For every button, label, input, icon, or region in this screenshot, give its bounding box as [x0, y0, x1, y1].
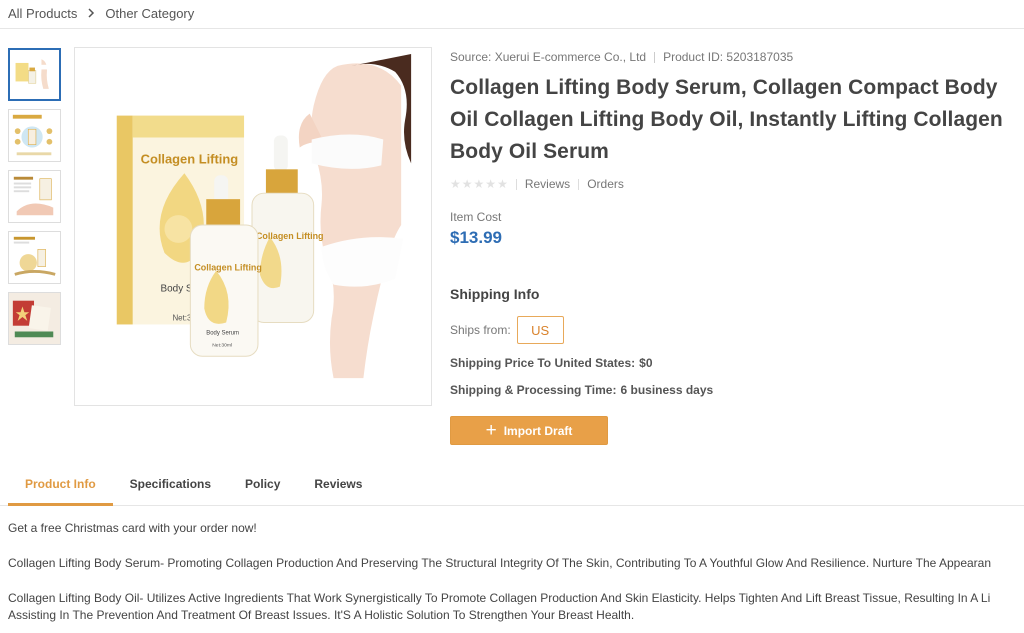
product-info-panel: Source: Xuerui E-commerce Co., Ltd Produ… — [450, 48, 1024, 445]
import-draft-label: Import Draft — [503, 423, 573, 438]
divider — [515, 178, 517, 190]
thumbnail-4[interactable] — [8, 231, 61, 284]
shipping-time-row: Shipping & Processing Time: 6 business da… — [450, 383, 1024, 399]
star-icon: ★ — [461, 177, 473, 191]
shipping-price-label: Shipping Price To United States: — [450, 356, 636, 370]
breadcrumb-all-products[interactable]: All Products — [8, 6, 77, 21]
star-rating: ★ ★ ★ ★ ★ — [450, 177, 508, 191]
orders-link[interactable]: Orders — [587, 177, 624, 191]
product-source: Source: Xuerui E-commerce Co., Ltd — [450, 50, 647, 64]
box-net-text: Net:3 — [172, 313, 192, 322]
box-brand-text: Collagen Lifting — [141, 151, 239, 166]
product-main-image[interactable]: Collagen Lifting Body S Net:3 Collagen L… — [74, 47, 432, 406]
front-bottle-text: Collagen Lifting — [194, 263, 262, 273]
ships-from-row: Ships from: US — [450, 316, 1024, 344]
shipping-time-value: 6 business days — [620, 383, 714, 397]
rating-row: ★ ★ ★ ★ ★ Reviews Orders — [450, 176, 1024, 192]
product-meta: Source: Xuerui E-commerce Co., Ltd Produ… — [450, 48, 1024, 66]
breadcrumb: All Products Other Category — [8, 4, 194, 22]
description-paragraph-2: Collagen Lifting Body Serum- Promoting C… — [8, 556, 992, 570]
box-sub-text: Body S — [161, 284, 193, 295]
ships-from-label: Ships from: — [450, 323, 511, 337]
front-bottle-net: Net:30ml — [212, 342, 232, 348]
reviews-link[interactable]: Reviews — [525, 177, 570, 191]
thumbnail-1[interactable] — [8, 48, 61, 101]
item-cost-label: Item Cost — [450, 210, 502, 224]
chevron-right-icon — [87, 8, 95, 18]
product-id: Product ID: 5203187035 — [663, 50, 794, 64]
shipping-price-row: Shipping Price To United States: $0 — [450, 356, 1024, 372]
plus-icon: + — [485, 419, 497, 441]
back-bottle-text: Collagen Lifting — [256, 231, 324, 241]
tab-specifications[interactable]: Specifications — [113, 466, 228, 506]
shipping-time-label: Shipping & Processing Time: — [450, 383, 617, 397]
tab-reviews[interactable]: Reviews — [297, 466, 379, 506]
ships-from-option[interactable]: US — [516, 316, 564, 344]
divider — [654, 51, 656, 63]
thumbnail-3[interactable] — [8, 170, 61, 223]
description-paragraph-1: Get a free Christmas card with your orde… — [8, 521, 257, 535]
item-price: $13.99 — [450, 228, 502, 247]
thumbnail-list — [8, 48, 61, 353]
import-draft-button[interactable]: + Import Draft — [450, 416, 608, 445]
tab-product-info[interactable]: Product Info — [8, 466, 113, 506]
star-icon: ★ — [473, 177, 485, 191]
star-icon: ★ — [450, 177, 461, 191]
description-paragraph-3-cont: Assisting In The Prevention And Treatmen… — [8, 608, 635, 622]
divider — [578, 178, 580, 190]
tab-policy[interactable]: Policy — [228, 466, 297, 506]
thumbnail-2[interactable] — [8, 109, 61, 162]
divider — [0, 28, 1024, 29]
shipping-heading: Shipping Info — [450, 286, 540, 302]
front-bottle-sub: Body Serum — [206, 330, 239, 336]
description-paragraph-3: Collagen Lifting Body Oil- Utilizes Acti… — [8, 591, 991, 605]
star-icon: ★ — [485, 177, 497, 191]
shipping-price-value: $0 — [639, 356, 653, 370]
star-icon: ★ — [497, 177, 508, 191]
product-tabs: Product Info Specifications Policy Revie… — [0, 466, 1024, 506]
breadcrumb-other-category[interactable]: Other Category — [105, 6, 194, 21]
thumbnail-5[interactable] — [8, 292, 61, 345]
product-title: Collagen Lifting Body Serum, Collagen Co… — [450, 76, 1003, 163]
